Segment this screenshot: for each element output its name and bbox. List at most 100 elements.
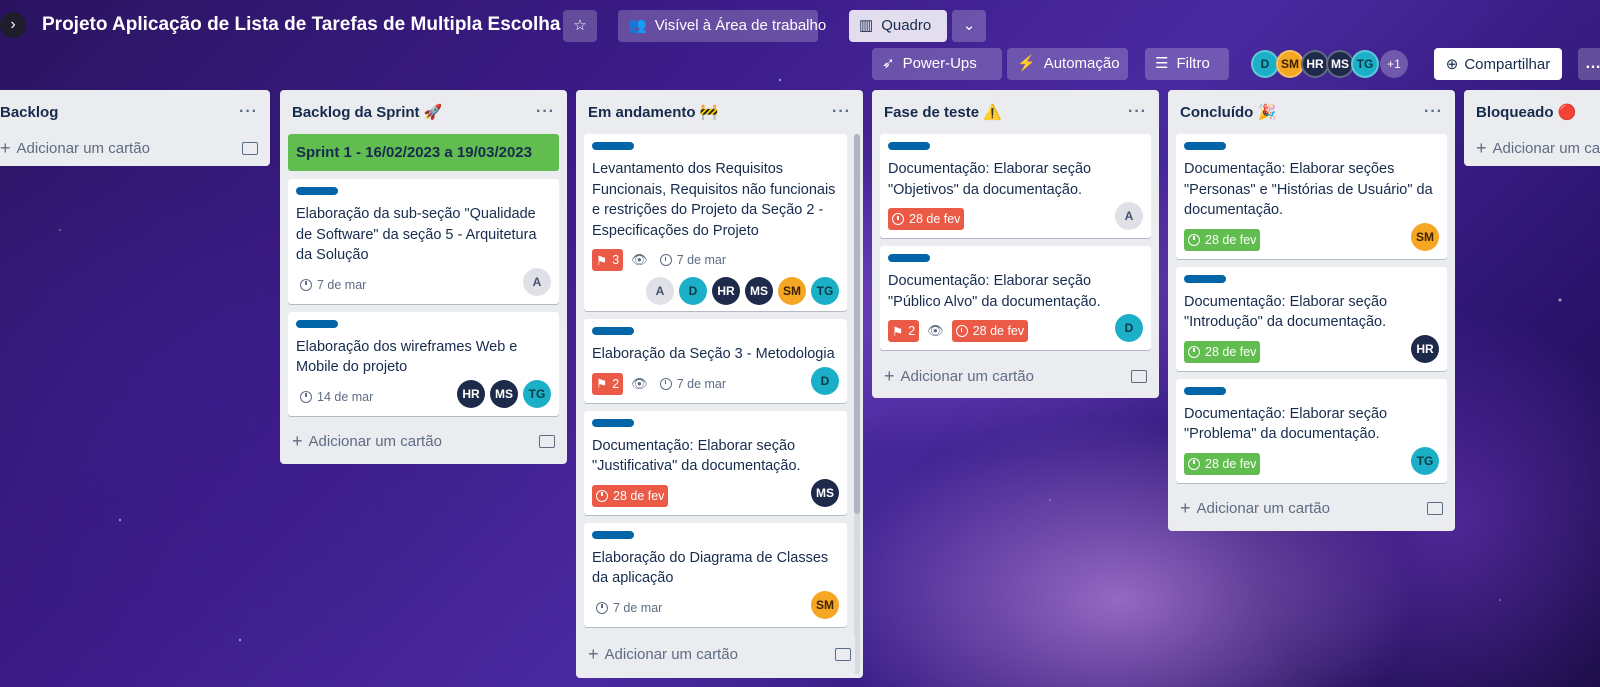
card-title: Elaboração da sub-seção "Qualidade de So… — [296, 206, 537, 263]
list-title[interactable]: Em andamento 🚧 — [588, 103, 718, 121]
automation-button[interactable]: ⚡ Automação — [1007, 48, 1128, 80]
due-date-badge[interactable]: 14 de mar — [296, 386, 377, 408]
member-avatar[interactable]: SM — [811, 590, 839, 619]
sidebar-toggle-button[interactable]: › — [0, 12, 26, 38]
list-scrollbar[interactable] — [854, 134, 860, 674]
list-menu-button[interactable]: ··· — [536, 103, 555, 121]
member-avatar[interactable]: TG — [1351, 50, 1379, 78]
due-date-badge[interactable]: 7 de mar — [656, 249, 730, 271]
member-avatar[interactable]: D — [1115, 314, 1143, 342]
member-avatar[interactable]: MS — [490, 379, 518, 408]
list-title[interactable]: Fase de teste ⚠️ — [884, 103, 1002, 121]
list-sprint-backlog: Backlog da Sprint 🚀 ··· Sprint 1 - 16/02… — [280, 90, 567, 464]
board-menu-button[interactable]: … — [1578, 48, 1600, 80]
list-title[interactable]: Backlog da Sprint 🚀 — [292, 103, 442, 121]
card-label[interactable] — [592, 142, 634, 150]
card-label[interactable] — [1184, 142, 1226, 150]
card[interactable]: Levantamento dos Requisitos Funcionais, … — [584, 134, 847, 311]
star-board-button[interactable]: ☆ — [563, 10, 597, 42]
member-avatar[interactable]: MS — [745, 277, 773, 305]
template-icon[interactable] — [1427, 502, 1443, 515]
member-avatar[interactable]: A — [1115, 202, 1143, 230]
member-avatar[interactable]: TG — [811, 277, 839, 305]
add-card-button[interactable]: + Adicionar um cartão — [1472, 130, 1600, 166]
card[interactable]: Documentação: Elaborar seção "Introdução… — [1176, 266, 1447, 371]
card[interactable]: Elaboração dos wireframes Web e Mobile d… — [288, 311, 559, 416]
priority-badge[interactable]: ⚑ 3 — [592, 249, 624, 271]
card-label[interactable] — [888, 254, 930, 262]
add-card-button[interactable]: + Adicionar um cartão — [880, 358, 1151, 394]
list-menu-button[interactable]: ··· — [832, 103, 851, 121]
member-avatar[interactable]: SM — [1411, 222, 1439, 251]
card-label[interactable] — [1184, 386, 1226, 395]
card[interactable]: Elaboração da sub-seção "Qualidade de So… — [288, 179, 559, 304]
card-label[interactable] — [888, 142, 930, 150]
power-ups-button[interactable]: ➶ Power-Ups — [872, 48, 1002, 80]
sprint-card[interactable]: Sprint 1 - 16/02/2023 a 19/03/2023 — [288, 134, 559, 171]
due-date-badge[interactable]: 28 de fev — [951, 320, 1029, 342]
member-avatar[interactable]: SM — [778, 277, 806, 305]
card[interactable]: Documentação: Elaborar seção "Objetivos"… — [880, 134, 1151, 238]
card-label[interactable] — [592, 530, 634, 539]
card[interactable]: Elaboração do Diagrama de Classes da apl… — [584, 522, 847, 627]
member-avatar[interactable]: D — [1251, 50, 1279, 78]
member-avatar[interactable]: HR — [1301, 50, 1329, 78]
member-avatar[interactable]: HR — [712, 277, 740, 305]
add-card-button[interactable]: + Adicionar um cartão — [584, 636, 855, 672]
list-title[interactable]: Concluído 🎉 — [1180, 103, 1276, 121]
template-icon[interactable] — [242, 141, 258, 155]
board-title[interactable]: Projeto Aplicação de Lista de Tarefas de… — [42, 14, 560, 36]
view-switcher-button[interactable]: ⌄ — [952, 10, 986, 42]
member-avatar[interactable]: HR — [457, 379, 485, 408]
card-title: Documentação: Elaborar seção "Problema" … — [1184, 405, 1388, 443]
due-date-badge[interactable]: 7 de mar — [656, 373, 730, 395]
member-avatar[interactable]: A — [523, 267, 551, 296]
add-card-button[interactable]: + Adicionar um cartão — [1176, 491, 1447, 527]
due-date-badge[interactable]: 7 de mar — [592, 597, 666, 619]
member-avatar[interactable]: SM — [1276, 50, 1304, 78]
card-label[interactable] — [1184, 274, 1226, 283]
member-avatar[interactable]: D — [811, 366, 839, 395]
member-avatar[interactable]: HR — [1411, 334, 1439, 363]
member-avatar[interactable]: TG — [1411, 446, 1439, 475]
due-date: 7 de mar — [613, 600, 663, 615]
member-avatar[interactable]: A — [646, 277, 674, 305]
more-members-badge[interactable]: +1 — [1380, 50, 1408, 78]
card[interactable]: Documentação: Elaborar seções "Personas"… — [1176, 134, 1447, 259]
member-avatar[interactable]: D — [679, 277, 707, 305]
board-view-button[interactable]: ▥ Quadro — [849, 10, 947, 42]
card[interactable]: Documentação: Elaborar seção "Problema" … — [1176, 378, 1447, 483]
due-date-badge[interactable]: 28 de fev — [888, 208, 965, 230]
list-title[interactable]: Bloqueado 🔴 — [1476, 103, 1576, 121]
list-menu-button[interactable]: ··· — [1128, 103, 1147, 121]
card-label[interactable] — [592, 327, 634, 335]
card-label[interactable] — [592, 418, 634, 427]
member-avatar[interactable]: MS — [1326, 50, 1354, 78]
share-button[interactable]: ⊕ Compartilhar — [1434, 48, 1562, 80]
visibility-button[interactable]: 👥 Visível à Área de trabalho — [618, 10, 826, 42]
priority-badge[interactable]: ⚑ 2 — [592, 372, 624, 395]
list-menu-button[interactable]: ··· — [239, 103, 258, 121]
template-icon[interactable] — [835, 647, 851, 661]
filter-button[interactable]: ☰ Filtro — [1145, 48, 1229, 80]
card-label[interactable] — [296, 187, 338, 195]
list-menu-button[interactable]: ··· — [1424, 103, 1443, 121]
template-icon[interactable] — [539, 435, 555, 448]
card[interactable]: Documentação: Elaborar seção "Justificat… — [584, 410, 847, 515]
due-date-badge[interactable]: 28 de fev — [1184, 340, 1261, 363]
due-date-badge[interactable]: 28 de fev — [1184, 228, 1261, 251]
add-card-button[interactable]: + Adicionar um cartão — [288, 424, 559, 460]
member-avatar[interactable]: MS — [811, 478, 839, 507]
priority-badge[interactable]: ⚑ 2 — [888, 320, 920, 342]
add-card-button[interactable]: + Adicionar um cartão — [0, 130, 262, 166]
member-avatar[interactable]: TG — [523, 379, 551, 408]
card[interactable]: Documentação: Elaborar seção "Público Al… — [880, 246, 1151, 350]
card[interactable]: Elaboração da Seção 3 - Metodologia ⚑ 2 👁… — [584, 319, 847, 403]
due-date-badge[interactable]: 28 de fev — [1184, 452, 1261, 475]
list-title[interactable]: Backlog — [0, 104, 58, 121]
template-icon[interactable] — [1131, 369, 1147, 383]
due-date-badge[interactable]: 28 de fev — [592, 484, 669, 507]
tag-icon: ⚑ — [596, 377, 608, 391]
due-date-badge[interactable]: 7 de mar — [296, 274, 370, 296]
card-label[interactable] — [296, 319, 338, 328]
